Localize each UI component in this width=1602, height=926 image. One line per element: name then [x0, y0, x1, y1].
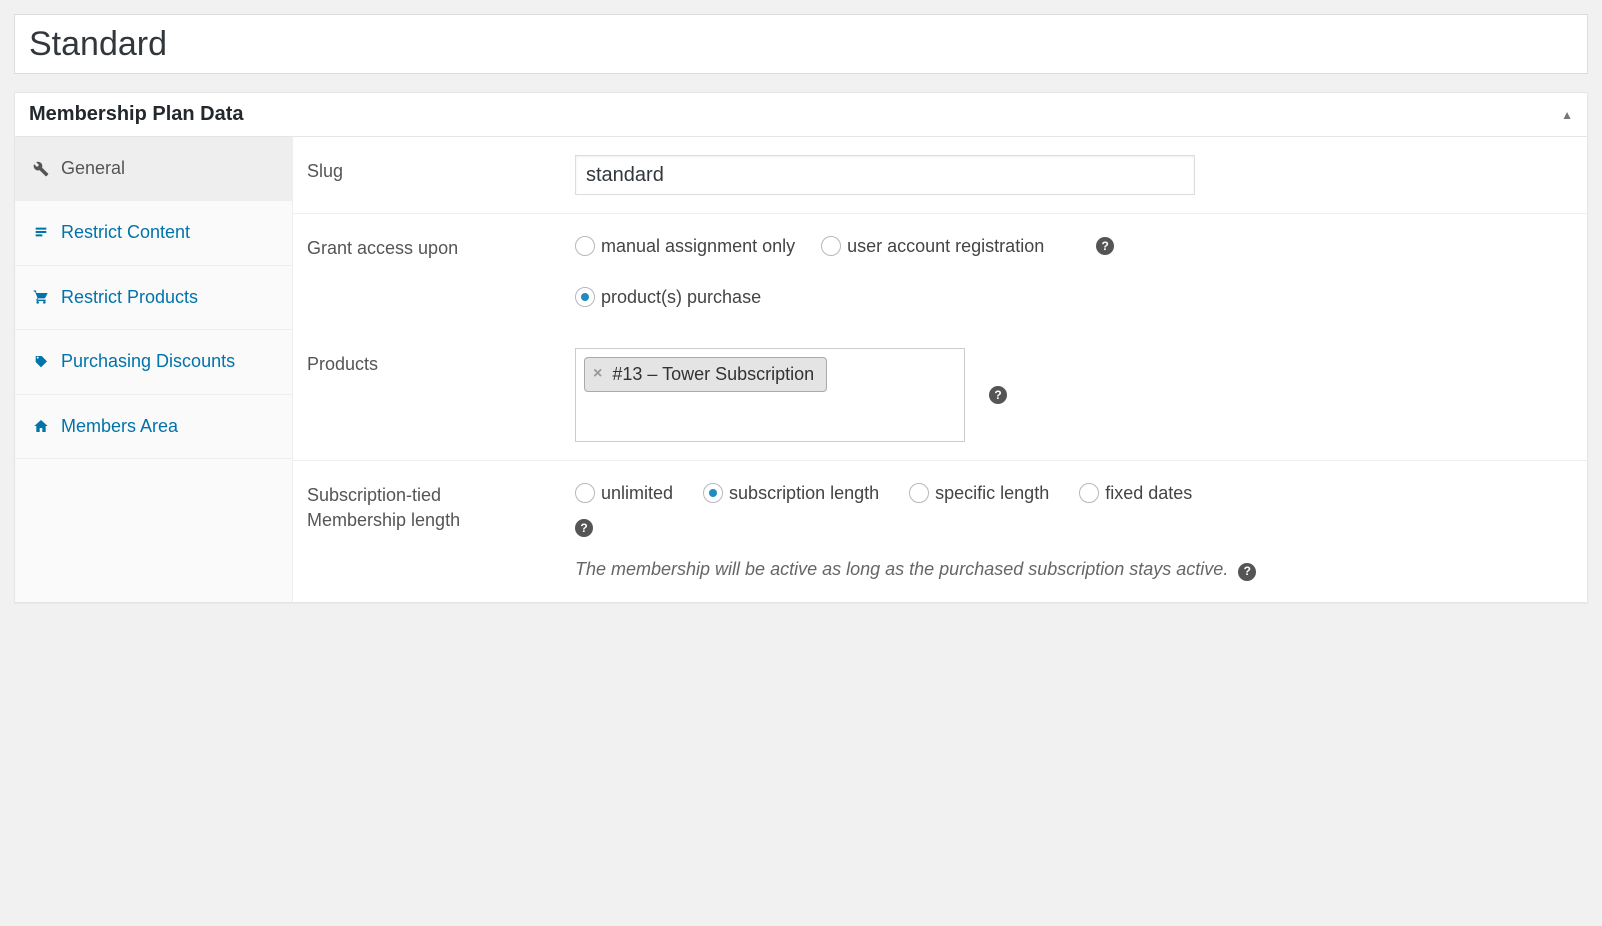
tab-label: Restrict Content: [61, 221, 190, 244]
help-icon[interactable]: ?: [1238, 563, 1256, 581]
radio-manual-assignment[interactable]: manual assignment only: [575, 232, 795, 261]
document-icon: [31, 225, 51, 241]
radio-icon: [821, 236, 841, 256]
products-label: Products: [307, 348, 575, 377]
radio-icon: [575, 483, 595, 503]
help-icon[interactable]: ?: [989, 386, 1007, 404]
tab-purchasing-discounts[interactable]: Purchasing Discounts: [15, 330, 292, 394]
collapse-icon: ▲: [1561, 108, 1573, 122]
tab-label: General: [61, 157, 125, 180]
radio-label: product(s) purchase: [601, 283, 761, 312]
home-icon: [31, 418, 51, 434]
panel-body: General Restrict Content Restrict Produc…: [15, 137, 1587, 602]
radio-label: manual assignment only: [601, 232, 795, 261]
tag-icon: [31, 354, 51, 370]
row-products: Products × #13 – Tower Subscription ?: [293, 330, 1587, 461]
radio-user-registration[interactable]: user account registration: [821, 232, 1044, 261]
row-grant-access: Grant access upon manual assignment only…: [293, 214, 1587, 330]
membership-length-label: Subscription-tied Membership length: [307, 479, 575, 533]
tab-restrict-products[interactable]: Restrict Products: [15, 266, 292, 330]
row-slug: Slug: [293, 137, 1587, 214]
membership-plan-panel: Membership Plan Data ▲ General Restrict …: [14, 92, 1588, 603]
tab-content-general: Slug Grant access upon manual assignment…: [293, 137, 1587, 602]
slug-input[interactable]: [575, 155, 1195, 195]
product-tag: × #13 – Tower Subscription: [584, 357, 827, 392]
panel-header[interactable]: Membership Plan Data ▲: [15, 93, 1587, 137]
tab-general[interactable]: General: [15, 137, 292, 201]
radio-icon: [575, 287, 595, 307]
label-line2: Membership length: [307, 508, 575, 533]
radio-label: subscription length: [729, 479, 879, 508]
radio-icon: [1079, 483, 1099, 503]
tab-label: Members Area: [61, 415, 178, 438]
product-tag-label: #13 – Tower Subscription: [612, 364, 814, 385]
radio-label: specific length: [935, 479, 1049, 508]
radio-icon: [575, 236, 595, 256]
plan-title-input[interactable]: [14, 14, 1588, 74]
tabs-list: General Restrict Content Restrict Produc…: [15, 137, 293, 602]
length-description: The membership will be active as long as…: [575, 555, 1335, 584]
radio-label: fixed dates: [1105, 479, 1192, 508]
slug-label: Slug: [307, 155, 575, 184]
wrench-icon: [31, 161, 51, 177]
radio-fixed-dates[interactable]: fixed dates: [1079, 479, 1192, 508]
cart-icon: [31, 289, 51, 305]
radio-product-purchase[interactable]: product(s) purchase: [575, 283, 761, 312]
radio-label: user account registration: [847, 232, 1044, 261]
help-icon[interactable]: ?: [1096, 237, 1114, 255]
radio-specific-length[interactable]: specific length: [909, 479, 1049, 508]
panel-heading: Membership Plan Data: [29, 103, 244, 126]
tab-label: Restrict Products: [61, 286, 198, 309]
radio-subscription-length[interactable]: subscription length: [703, 479, 879, 508]
products-select[interactable]: × #13 – Tower Subscription: [575, 348, 965, 442]
tab-label: Purchasing Discounts: [61, 350, 235, 373]
radio-unlimited[interactable]: unlimited: [575, 479, 673, 508]
label-line1: Subscription-tied: [307, 483, 575, 508]
radio-label: unlimited: [601, 479, 673, 508]
row-membership-length: Subscription-tied Membership length unli…: [293, 461, 1587, 603]
grant-access-label: Grant access upon: [307, 232, 575, 261]
remove-tag-icon[interactable]: ×: [593, 366, 602, 382]
radio-icon: [703, 483, 723, 503]
tab-members-area[interactable]: Members Area: [15, 395, 292, 459]
radio-icon: [909, 483, 929, 503]
help-icon[interactable]: ?: [575, 519, 593, 537]
tab-restrict-content[interactable]: Restrict Content: [15, 201, 292, 265]
